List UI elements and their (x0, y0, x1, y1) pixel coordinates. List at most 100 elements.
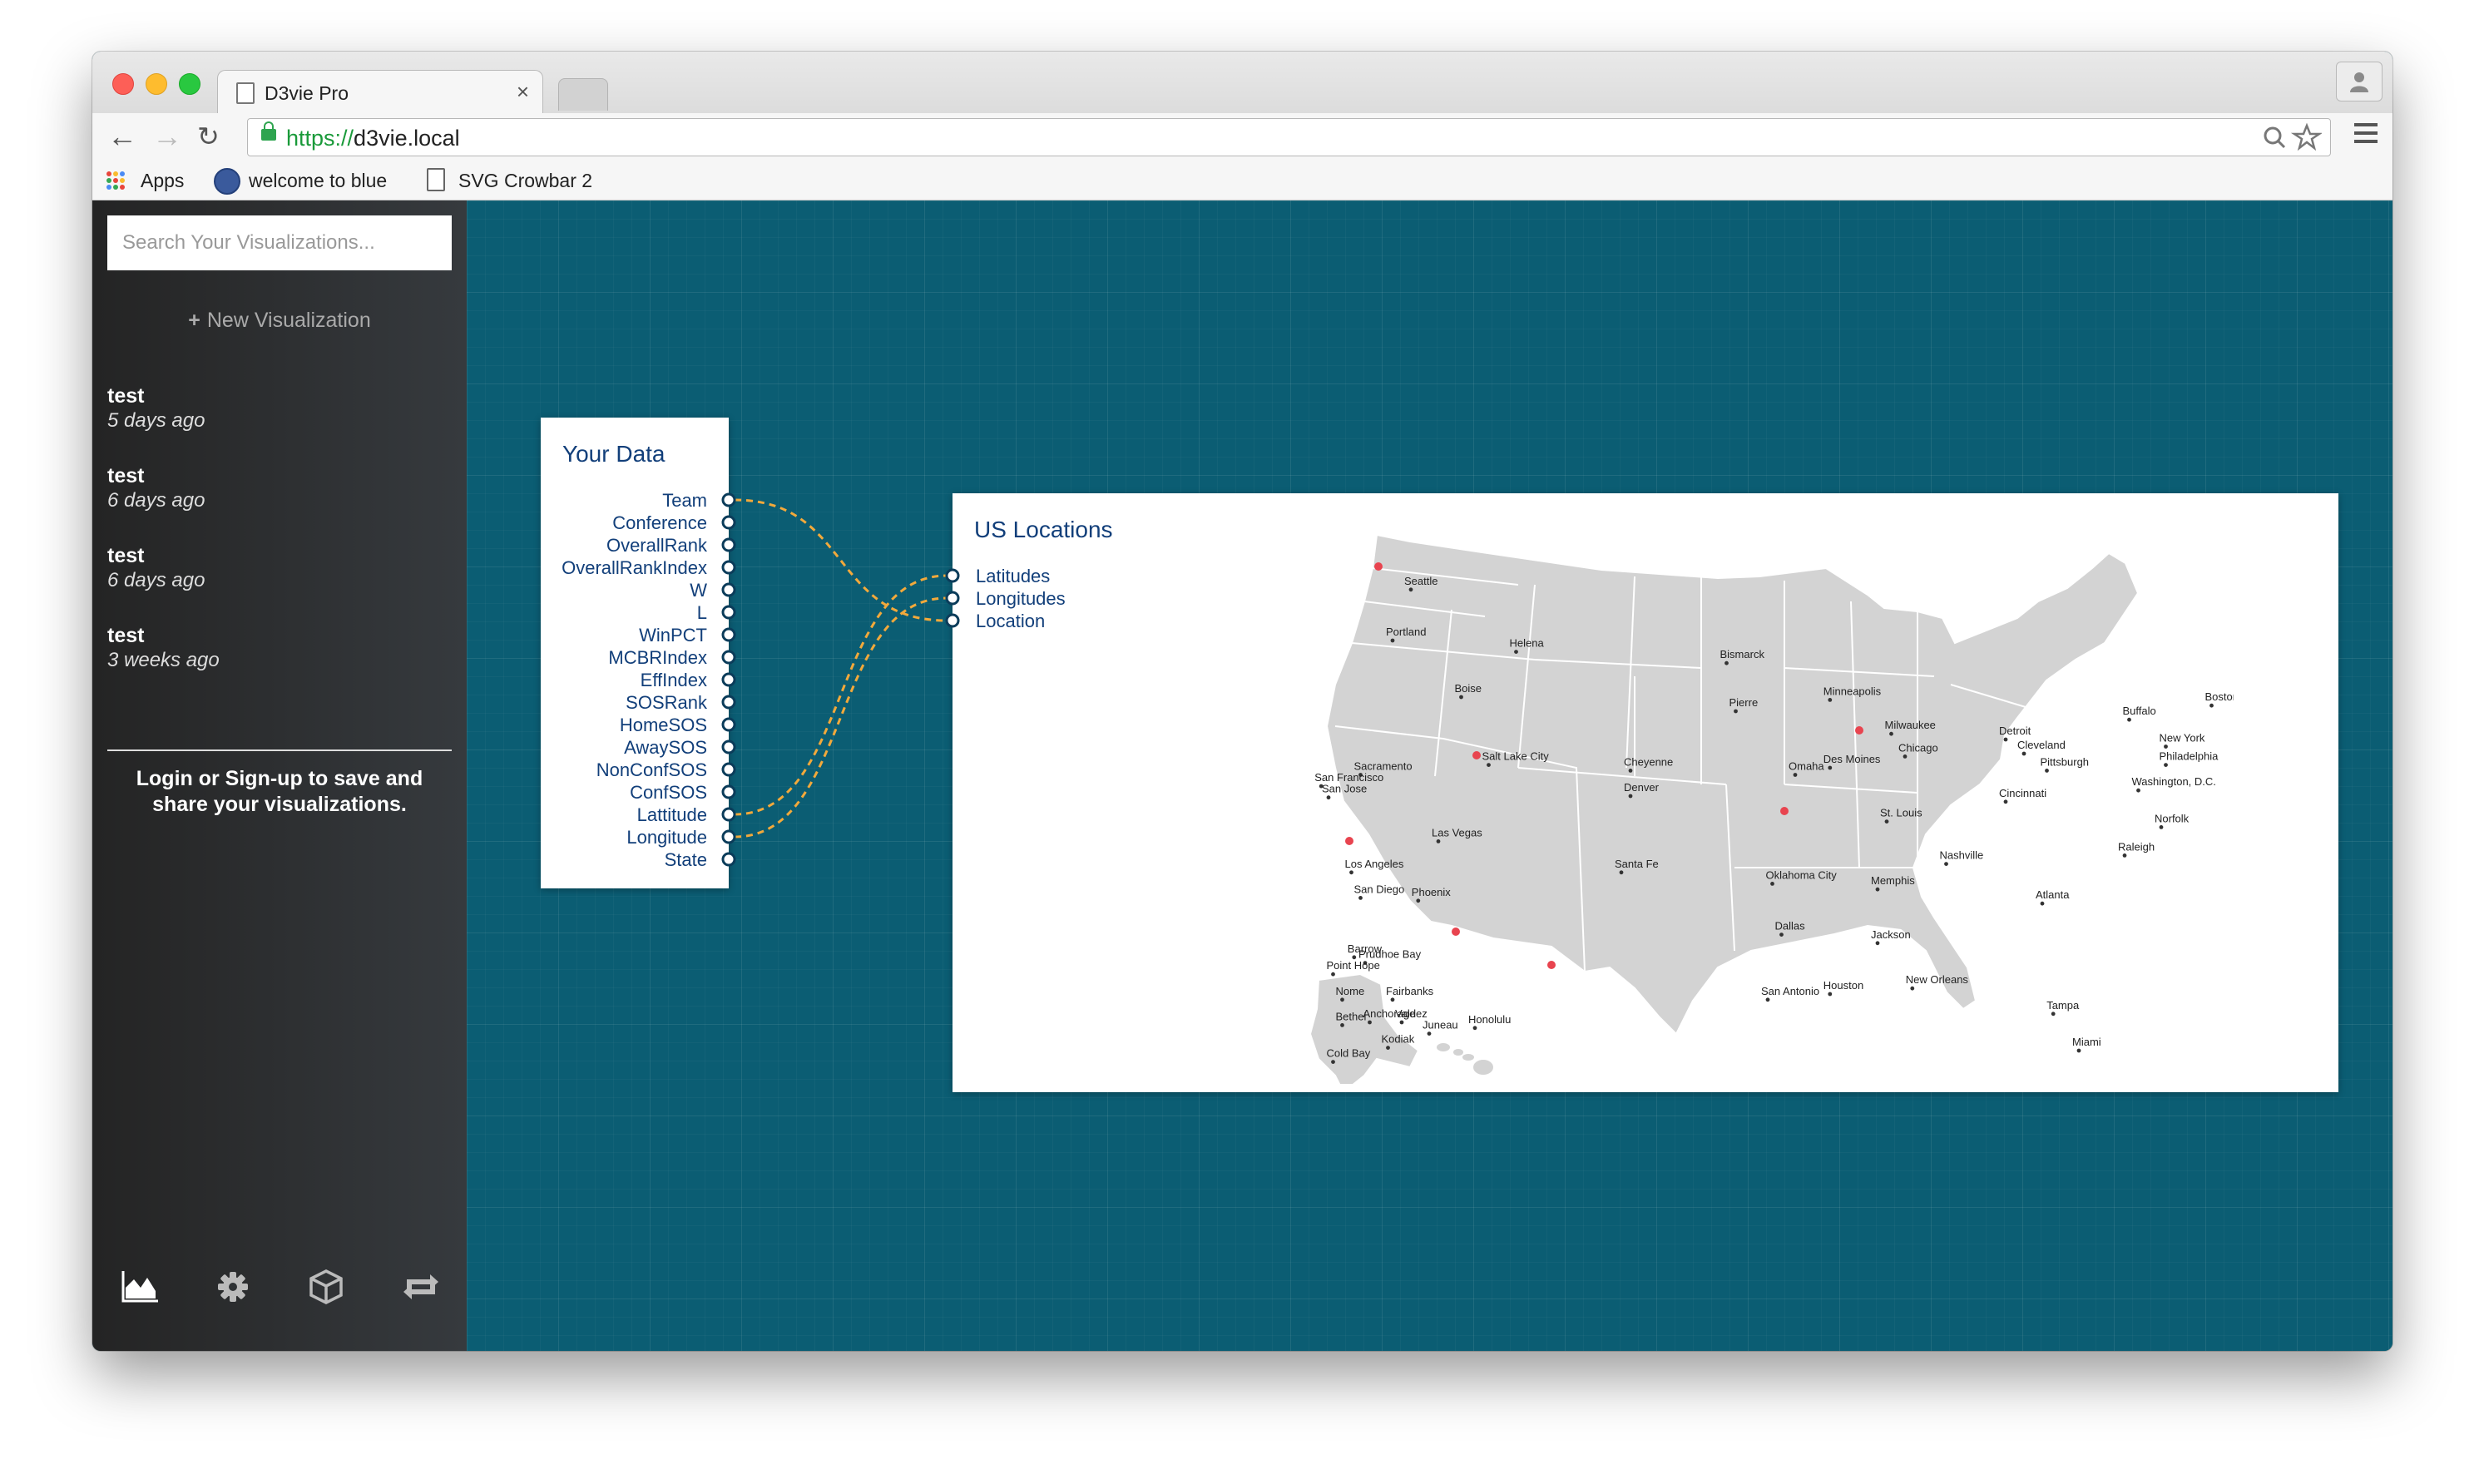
item-time: 3 weeks ago (107, 649, 220, 671)
city-label: Boston (2205, 690, 2234, 703)
city-label: Cincinnati (1999, 787, 2046, 799)
data-field[interactable]: ConfSOS (562, 781, 707, 804)
viz-input-field[interactable]: Latitudes (976, 565, 1066, 587)
city-dot (1765, 997, 1770, 1002)
city-dot (1828, 992, 1833, 997)
login-prompt[interactable]: Login or Sign-up to save and share your … (107, 766, 452, 818)
browser-toolbar: ← → ↻ https://d3vie.local (92, 113, 2392, 161)
visualization-canvas[interactable]: Your Data Team Conference OverallRank Overa… (467, 200, 2392, 1351)
data-field[interactable]: OverallRankIndex (562, 556, 707, 579)
location-marker[interactable] (1780, 807, 1789, 815)
data-field[interactable]: SOSRank (562, 691, 707, 714)
location-marker[interactable] (1472, 751, 1481, 759)
data-field[interactable]: WinPCT (562, 624, 707, 646)
back-arrow-icon[interactable]: ← (107, 120, 137, 153)
data-field[interactable]: EffIndex (562, 669, 707, 691)
list-item[interactable]: test 5 days ago (107, 383, 452, 463)
city-label: Washington, D.C. (2132, 775, 2216, 788)
data-field[interactable]: W (562, 579, 707, 601)
bookmark-welcome-to-blue[interactable]: welcome to blue (249, 170, 387, 192)
location-marker[interactable] (1547, 961, 1556, 969)
location-marker[interactable] (1345, 837, 1353, 845)
city-label: Pierre (1729, 696, 1759, 709)
viz-input-field[interactable]: Location (976, 610, 1066, 632)
city-label: Milwaukee (1885, 719, 1936, 731)
sidebar-toolbar (92, 1268, 467, 1306)
retweet-icon[interactable] (400, 1268, 442, 1306)
new-tab-button[interactable] (558, 78, 608, 111)
city-label: Kodiak (1382, 1033, 1415, 1046)
city-label: Phoenix (1412, 886, 1451, 898)
browser-tab[interactable]: D3vie Pro × (217, 70, 543, 116)
node-title: US Locations (974, 517, 1113, 542)
minimize-window-button[interactable] (146, 73, 167, 95)
city-label: Fairbanks (1386, 985, 1434, 997)
bookmark-apps[interactable]: Apps (141, 170, 184, 192)
location-marker[interactable] (1374, 562, 1383, 571)
data-field[interactable]: AwaySOS (562, 736, 707, 759)
us-map: Seattle Portland Helena Bismarck Boise Pierre… (1309, 533, 2234, 1084)
data-field[interactable]: Conference (562, 512, 707, 534)
city-label: Pittsburgh (2041, 755, 2090, 768)
location-marker[interactable] (1855, 726, 1863, 735)
tab-close-icon[interactable]: × (517, 79, 529, 105)
address-bar[interactable]: https://d3vie.local (247, 118, 2331, 156)
city-label: New Orleans (1906, 973, 1969, 986)
city-dot (1779, 932, 1784, 937)
list-item[interactable]: test 6 days ago (107, 463, 452, 543)
city-label: Philadelphia (2160, 750, 2219, 763)
data-source-node[interactable]: Your Data Team Conference OverallRank Overa… (541, 418, 729, 888)
data-field[interactable]: L (562, 601, 707, 624)
city-label: Detroit (1999, 725, 2031, 737)
close-window-button[interactable] (112, 73, 134, 95)
data-field[interactable]: State (562, 848, 707, 871)
item-name: test (107, 624, 145, 647)
url-text[interactable]: https://d3vie.local (286, 126, 460, 151)
forward-arrow-icon[interactable]: → (152, 120, 182, 153)
search-star-icons[interactable] (2262, 121, 2323, 154)
reload-icon[interactable]: ↻ (197, 120, 220, 153)
city-dot (1889, 731, 1893, 736)
hamburger-menu-icon[interactable] (2354, 123, 2378, 148)
city-dot (2021, 751, 2026, 756)
bookmark-svg-crowbar[interactable]: SVG Crowbar 2 (458, 170, 592, 192)
zoom-window-button[interactable] (179, 73, 200, 95)
node-title: Your Data (562, 441, 666, 467)
globe-icon (214, 168, 240, 195)
area-chart-icon[interactable] (119, 1268, 161, 1306)
city-dot (1828, 765, 1833, 770)
gear-icon[interactable] (212, 1268, 254, 1306)
city-label: St. Louis (1880, 807, 1922, 819)
city-label: Cheyenne (1624, 755, 1673, 768)
visualization-list: test 5 days ago test 6 days ago test 6 d… (107, 383, 452, 703)
search-input[interactable] (107, 215, 452, 270)
data-field[interactable]: MCBRIndex (562, 646, 707, 669)
city-label: Miami (2072, 1036, 2101, 1048)
data-field[interactable]: Longitude (562, 826, 707, 848)
new-visualization-button[interactable]: + New Visualization (92, 309, 467, 333)
city-dot (2045, 769, 2049, 773)
divider (107, 749, 452, 751)
item-name: test (107, 464, 145, 487)
plus-icon: + (188, 309, 200, 332)
city-label: Norfolk (2155, 812, 2190, 824)
tab-strip: D3vie Pro × (92, 52, 2392, 116)
data-field[interactable]: Lattitude (562, 804, 707, 826)
list-item[interactable]: test 6 days ago (107, 543, 452, 623)
visualization-node[interactable]: US Locations Latitudes Longitudes Location… (953, 493, 2338, 1092)
data-field[interactable]: NonConfSOS (562, 759, 707, 781)
cube-icon[interactable] (305, 1268, 347, 1306)
city-dot (2136, 788, 2140, 793)
data-field[interactable]: Team (562, 489, 707, 512)
data-field[interactable]: HomeSOS (562, 714, 707, 736)
item-name: test (107, 544, 145, 567)
city-dot (1944, 862, 1948, 866)
city-label: Nashville (1940, 849, 1984, 862)
data-field[interactable]: OverallRank (562, 534, 707, 556)
city-dot (1628, 769, 1633, 773)
profile-icon[interactable] (2336, 62, 2383, 101)
location-marker[interactable] (1452, 928, 1460, 936)
list-item[interactable]: test 3 weeks ago (107, 623, 452, 703)
viz-input-field[interactable]: Longitudes (976, 587, 1066, 610)
city-label: Omaha (1789, 760, 1824, 773)
